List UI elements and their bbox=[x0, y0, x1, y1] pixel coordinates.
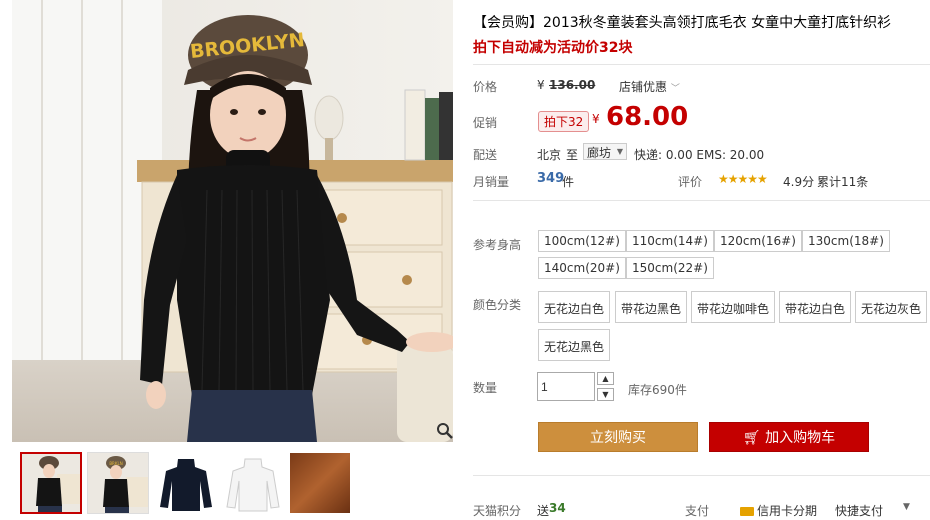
size-option[interactable]: 110cm(14#) bbox=[626, 230, 714, 252]
product-title: 【会员购】2013秋冬童装套头高领打底毛衣 女童中大童打底针织衫 bbox=[473, 15, 892, 31]
pay-label: 支付 bbox=[685, 504, 710, 518]
thumbnail-1[interactable] bbox=[20, 452, 82, 514]
size-option[interactable]: 140cm(20#) bbox=[538, 257, 626, 279]
main-product-image[interactable]: BROOKLYN bbox=[12, 0, 453, 442]
add-to-cart-button[interactable]: 🛒︎ 加入购物车 bbox=[709, 422, 869, 452]
credit-card-icon bbox=[740, 507, 754, 516]
zoom-magnifier-icon[interactable] bbox=[436, 422, 453, 440]
delivery-from: 北京 bbox=[537, 148, 562, 162]
monthly-sales-count: 349 bbox=[537, 171, 565, 186]
quantity-increase-icon[interactable]: ▲ bbox=[597, 372, 614, 385]
store-discount-label: 店铺优惠 bbox=[619, 80, 668, 94]
color-option[interactable]: 带花边白色 bbox=[779, 291, 852, 323]
product-photo: BROOKLYN bbox=[12, 0, 453, 442]
quick-pay-option[interactable]: 快捷支付 bbox=[835, 502, 883, 519]
color-label: 颜色分类 bbox=[473, 298, 522, 312]
monthly-sales-unit: 件 bbox=[562, 175, 575, 189]
buy-now-button[interactable]: 立刻购买 bbox=[538, 422, 698, 452]
rating-label: 评价 bbox=[678, 175, 703, 189]
delivery-city-select[interactable]: 廊坊 ▼ bbox=[583, 143, 627, 160]
points-value: 34 bbox=[549, 501, 566, 515]
review-count-link[interactable]: 累计11条 bbox=[817, 173, 868, 190]
cart-icon: 🛒︎ bbox=[742, 430, 761, 446]
thumbnail-strip: BRKLN bbox=[12, 452, 453, 516]
thumbnail-4[interactable] bbox=[222, 452, 284, 514]
delivery-to-label: 至 bbox=[566, 148, 579, 162]
price-label: 价格 bbox=[473, 80, 498, 94]
rating-stars-icon: ★★★★★ bbox=[718, 172, 768, 186]
quantity-decrease-icon[interactable]: ▼ bbox=[597, 388, 614, 401]
chevron-down-icon: ﹀ bbox=[670, 84, 680, 94]
promo-label: 促销 bbox=[473, 116, 498, 130]
promo-price-currency: ¥ bbox=[592, 112, 600, 126]
color-option[interactable]: 带花边咖啡色 bbox=[691, 291, 776, 323]
size-option[interactable]: 120cm(16#) bbox=[714, 230, 802, 252]
thumbnail-3[interactable] bbox=[155, 452, 217, 514]
product-info-panel: 【会员购】2013秋冬童装套头高领打底毛衣 女童中大童打底针织衫 拍下自动减为活… bbox=[473, 0, 930, 520]
size-option[interactable]: 130cm(18#) bbox=[802, 230, 890, 252]
promo-subtitle: 拍下自动减为活动价32块 bbox=[473, 40, 633, 56]
points-label: 天猫积分 bbox=[473, 504, 522, 518]
size-label: 参考身高 bbox=[473, 238, 522, 252]
delivery-label: 配送 bbox=[473, 148, 498, 162]
rating-score: 4.9分 bbox=[783, 175, 815, 189]
divider bbox=[473, 200, 930, 201]
quantity-input[interactable] bbox=[537, 372, 595, 401]
divider bbox=[473, 64, 930, 65]
size-option[interactable]: 150cm(22#) bbox=[626, 257, 714, 279]
store-discount-dropdown[interactable]: 店铺优惠 ﹀ bbox=[619, 78, 680, 95]
size-option[interactable]: 100cm(12#) bbox=[538, 230, 626, 252]
promo-tag: 拍下32 bbox=[538, 111, 590, 132]
monthly-sales-label: 月销量 bbox=[473, 175, 510, 189]
credit-installment-option[interactable]: 信用卡分期 bbox=[740, 502, 817, 519]
color-option[interactable]: 无花边黑色 bbox=[538, 329, 611, 361]
credit-installment-label: 信用卡分期 bbox=[757, 504, 818, 518]
delivery-city: 廊坊 bbox=[587, 146, 612, 160]
pay-expand-icon[interactable]: ▼ bbox=[903, 502, 910, 512]
shipping-fee: 快递: 0.00 EMS: 20.00 bbox=[634, 148, 765, 162]
thumbnail-2[interactable]: BRKLN bbox=[87, 452, 149, 514]
promo-price: 68.00 bbox=[606, 102, 689, 132]
original-price: 136.00 bbox=[549, 78, 596, 92]
thumbnail-5[interactable] bbox=[289, 452, 351, 514]
points-prefix: 送 bbox=[537, 504, 550, 518]
stock-count: 库存690件 bbox=[628, 383, 687, 397]
original-price-currency: ¥ bbox=[537, 78, 545, 92]
dropdown-arrow-icon: ▼ bbox=[616, 147, 623, 156]
color-option[interactable]: 无花边灰色 bbox=[855, 291, 928, 323]
color-option[interactable]: 无花边白色 bbox=[538, 291, 611, 323]
quantity-label: 数量 bbox=[473, 381, 498, 395]
color-option[interactable]: 带花边黑色 bbox=[615, 291, 688, 323]
add-to-cart-label: 加入购物车 bbox=[765, 430, 836, 446]
divider bbox=[473, 475, 930, 476]
